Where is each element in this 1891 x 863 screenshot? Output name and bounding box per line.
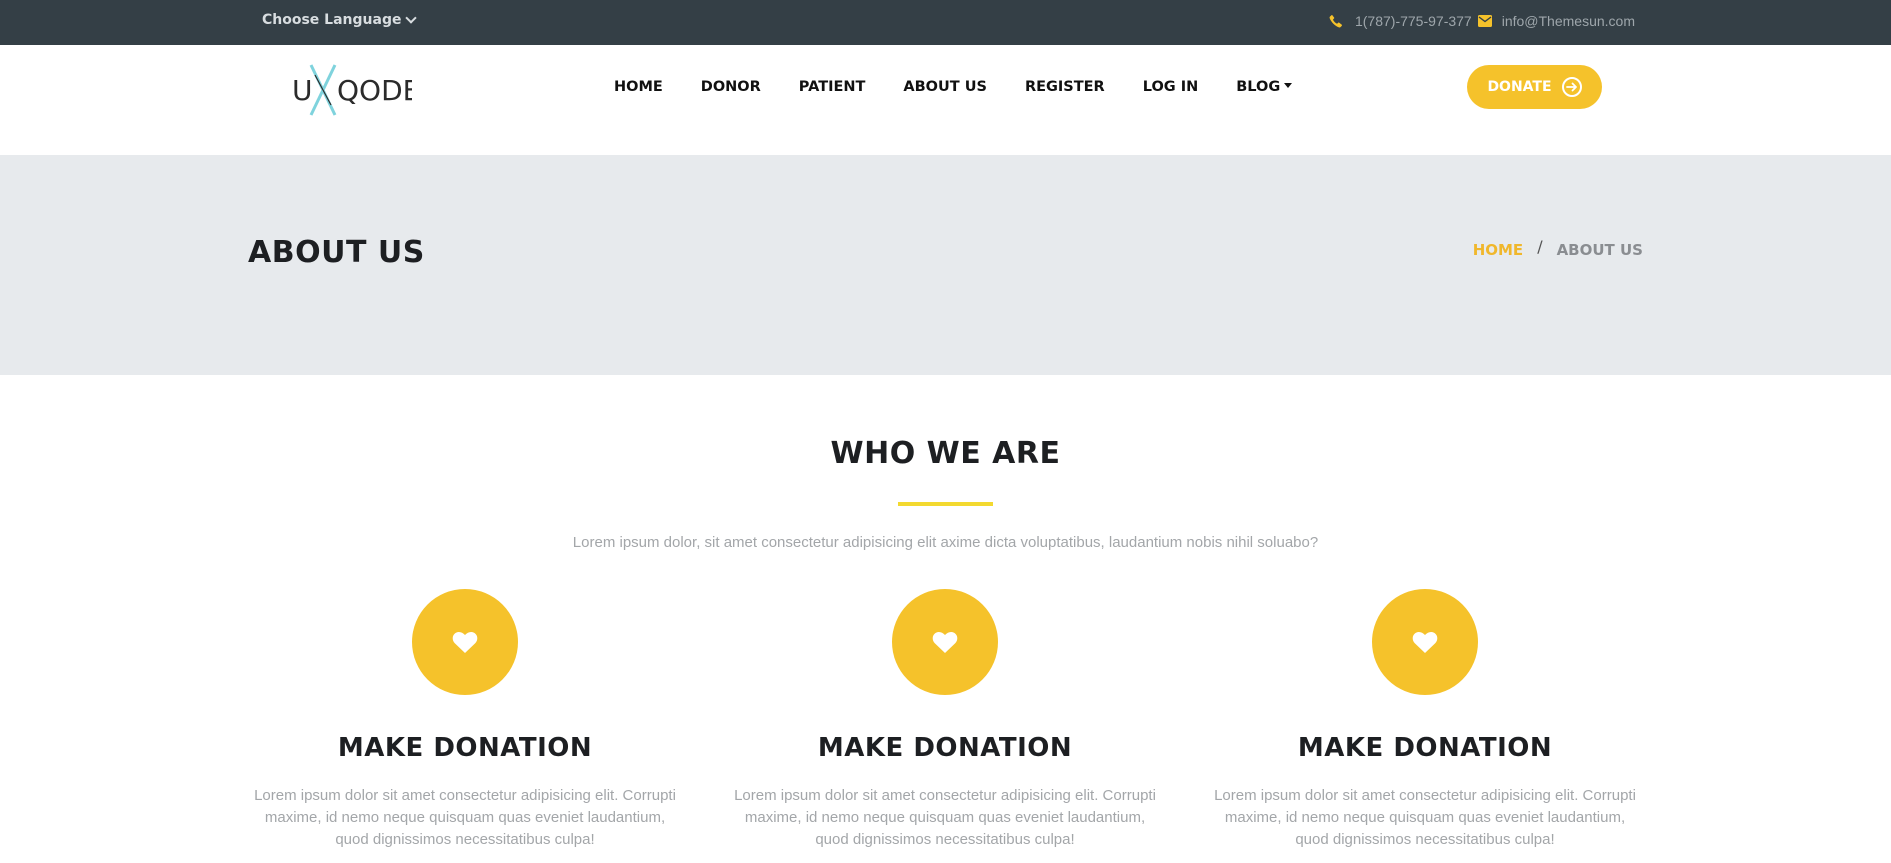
- heart-icon: [452, 631, 478, 653]
- site-logo[interactable]: U QODE: [292, 61, 420, 117]
- phone-icon: [1329, 14, 1343, 28]
- nav-blog-label: BLOG: [1236, 79, 1281, 95]
- breadcrumb-current: ABOUT US: [1556, 241, 1643, 259]
- nav-blog[interactable]: BLOG: [1236, 79, 1293, 95]
- svg-text:QODE: QODE: [337, 74, 412, 107]
- language-selector-label: Choose Language: [262, 12, 402, 28]
- donate-button[interactable]: DONATE: [1467, 65, 1602, 109]
- nav-patient[interactable]: PATIENT: [799, 79, 866, 95]
- phone-number[interactable]: 1(787)-775-97-377: [1355, 13, 1472, 29]
- chevron-down-icon: [405, 12, 418, 24]
- top-bar: Choose Language 1(787)-775-97-377 info@T…: [0, 0, 1891, 45]
- svg-text:U: U: [292, 74, 313, 107]
- nav-home[interactable]: HOME: [614, 79, 663, 95]
- card-text: Lorem ipsum dolor sit amet consectetur a…: [734, 787, 1156, 848]
- title-underline: [898, 502, 993, 506]
- language-selector[interactable]: Choose Language: [262, 12, 418, 28]
- main-nav: HOME DONOR PATIENT ABOUT US REGISTER LOG…: [614, 79, 1330, 95]
- page-banner: ABOUT US HOME / ABOUT US: [0, 155, 1891, 375]
- nav-log-in[interactable]: LOG IN: [1143, 79, 1199, 95]
- breadcrumb-home[interactable]: HOME: [1473, 241, 1523, 259]
- nav-donor[interactable]: DONOR: [701, 79, 761, 95]
- card-title: MAKE DONATION: [1297, 733, 1553, 763]
- icon-circle[interactable]: [892, 589, 998, 695]
- card-text: Lorem ipsum dolor sit amet consectetur a…: [254, 787, 676, 848]
- arrow-right-circle-icon: [1561, 77, 1582, 97]
- feature-card: MAKE DONATION Lorem ipsum dolor sit amet…: [245, 589, 685, 851]
- envelope-icon: [1477, 15, 1492, 27]
- nav-register[interactable]: REGISTER: [1025, 79, 1105, 95]
- feature-card: MAKE DONATION Lorem ipsum dolor sit amet…: [1205, 589, 1645, 851]
- page-title: ABOUT US: [248, 235, 425, 270]
- email-address[interactable]: info@Themesun.com: [1502, 13, 1635, 29]
- contact-info: 1(787)-775-97-377 info@Themesun.com: [1329, 13, 1635, 29]
- caret-down-icon: [1284, 83, 1293, 88]
- breadcrumb-separator: /: [1537, 236, 1543, 256]
- nav-about-us[interactable]: ABOUT US: [903, 79, 987, 95]
- heart-icon: [1412, 631, 1438, 653]
- card-title: MAKE DONATION: [337, 733, 593, 763]
- section-intro: Lorem ipsum dolor, sit amet consectetur …: [572, 534, 1319, 551]
- feature-card: MAKE DONATION Lorem ipsum dolor sit amet…: [725, 589, 1165, 851]
- main-header: U QODE HOME DONOR PATIENT ABOUT US REGIS…: [0, 45, 1891, 155]
- icon-circle[interactable]: [1372, 589, 1478, 695]
- icon-circle[interactable]: [412, 589, 518, 695]
- card-title: MAKE DONATION: [817, 733, 1073, 763]
- donate-button-label: DONATE: [1487, 79, 1552, 95]
- section-title: WHO WE ARE: [830, 436, 1061, 471]
- heart-icon: [932, 631, 958, 653]
- logo-graphic: U QODE: [292, 64, 420, 116]
- breadcrumb: HOME / ABOUT US: [1473, 237, 1643, 260]
- card-text: Lorem ipsum dolor sit amet consectetur a…: [1214, 787, 1636, 848]
